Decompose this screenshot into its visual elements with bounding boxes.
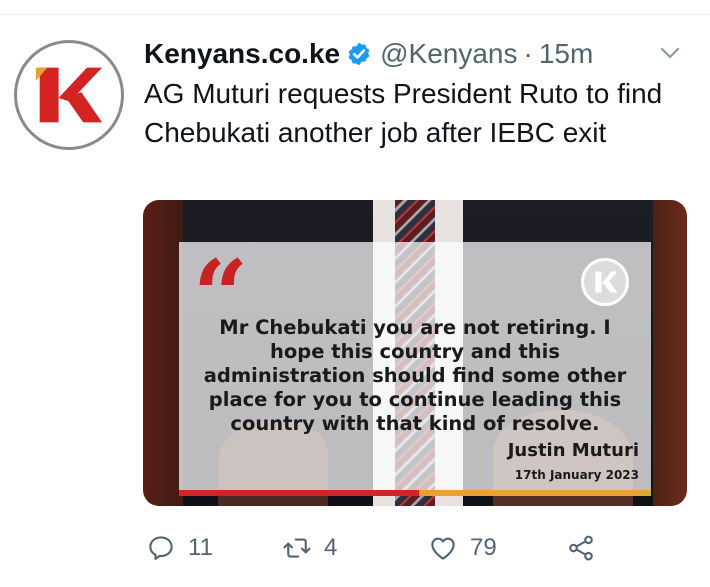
like-count: 79 (470, 534, 497, 561)
like-button[interactable]: 79 (428, 528, 497, 568)
reply-count: 11 (188, 534, 213, 561)
quote-text: Mr Chebukati you are not retiring. I hop… (203, 316, 627, 435)
heart-icon (431, 537, 455, 560)
share-icon (569, 535, 593, 561)
verified-badge-icon (348, 42, 370, 66)
brand-bar-red (179, 490, 419, 496)
share-button[interactable] (566, 528, 596, 568)
reply-button[interactable]: 11 (146, 528, 213, 568)
tweet-actions: 11 4 79 (144, 528, 684, 568)
top-divider (0, 14, 710, 15)
brand-bar-orange (419, 490, 651, 496)
quote-author: Justin Muturi (507, 440, 639, 461)
reply-icon (149, 536, 173, 560)
tweet-header: Kenyans.co.ke @Kenyans · 15m (144, 34, 593, 74)
author-avatar[interactable] (14, 40, 124, 150)
retweet-button[interactable]: 4 (282, 528, 337, 568)
tweet-text: AG Muturi requests President Ruto to fin… (144, 78, 663, 148)
author-handle[interactable]: @Kenyans (380, 38, 517, 70)
quote-date: 17th January 2023 (514, 468, 639, 482)
retweet-count: 4 (324, 534, 338, 561)
chevron-down-icon[interactable] (655, 38, 685, 68)
card-logo-icon (581, 258, 629, 306)
retweet-icon (283, 538, 311, 558)
separator-dot: · (523, 38, 533, 69)
kenyans-logo-icon (35, 67, 103, 123)
author-name[interactable]: Kenyans.co.ke (144, 38, 340, 70)
tweet-media-image[interactable]: “ Mr Chebukati you are not retiring. I h… (143, 200, 687, 506)
quote-card: “ Mr Chebukati you are not retiring. I h… (179, 242, 651, 494)
tweet-timestamp[interactable]: 15m (539, 38, 593, 70)
